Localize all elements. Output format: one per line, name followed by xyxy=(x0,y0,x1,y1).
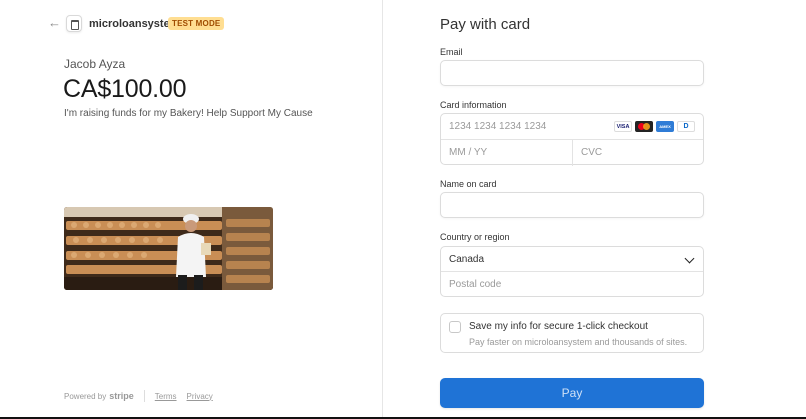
stripe-logo[interactable]: stripe xyxy=(109,391,134,401)
footer: Powered by stripe Terms Privacy xyxy=(64,390,223,402)
email-label: Email xyxy=(440,47,463,57)
cvc-field[interactable]: CVC xyxy=(572,140,703,166)
save-info-subtext: Pay faster on microloansystem and thousa… xyxy=(469,337,688,347)
visa-icon: VISA xyxy=(614,121,632,132)
card-info-group: 1234 1234 1234 1234 VISA AMEX D MM / YY … xyxy=(440,113,704,166)
merchant-name: microloansystem xyxy=(89,18,180,30)
save-info-option[interactable]: Save my info for secure 1-click checkout… xyxy=(440,313,704,353)
country-select[interactable]: Canada xyxy=(441,247,703,272)
save-info-label: Save my info for secure 1-click checkout xyxy=(469,321,648,332)
payee-name: Jacob Ayza xyxy=(64,57,126,71)
test-mode-badge: TEST MODE xyxy=(168,17,225,30)
postal-code-placeholder: Postal code xyxy=(449,279,502,290)
address-group: Canada Postal code xyxy=(440,246,704,297)
form-title: Pay with card xyxy=(440,16,531,33)
amount: CA$100.00 xyxy=(63,75,187,103)
name-on-card-field[interactable] xyxy=(440,192,704,218)
pay-button[interactable]: Pay xyxy=(440,378,704,408)
country-label: Country or region xyxy=(440,232,510,242)
card-expiry-cvc-row: MM / YY CVC xyxy=(441,140,703,166)
expiry-field[interactable]: MM / YY xyxy=(441,140,572,166)
card-number-field[interactable]: 1234 1234 1234 1234 VISA AMEX D xyxy=(441,114,703,140)
mastercard-icon xyxy=(635,121,653,132)
product-description: I'm raising funds for my Bakery! Help Su… xyxy=(64,108,313,119)
country-value: Canada xyxy=(449,254,485,265)
postal-code-field[interactable]: Postal code xyxy=(441,272,703,297)
powered-by-text: Powered by xyxy=(64,391,107,401)
footer-divider xyxy=(143,390,145,402)
cvc-placeholder: CVC xyxy=(581,147,603,158)
amex-icon: AMEX xyxy=(656,121,674,132)
payment-form-panel: Pay with card Email Card information 123… xyxy=(383,0,806,419)
privacy-link[interactable]: Privacy xyxy=(187,392,213,401)
product-image xyxy=(64,207,273,290)
save-info-checkbox[interactable] xyxy=(449,321,461,333)
bakery-photo xyxy=(64,207,273,290)
diners-club-icon: D xyxy=(677,121,695,132)
arrow-left-icon[interactable]: ← xyxy=(48,16,62,30)
card-info-label: Card information xyxy=(440,100,507,110)
card-brand-icons: VISA AMEX D xyxy=(614,121,695,132)
name-on-card-label: Name on card xyxy=(440,179,497,189)
expiry-placeholder: MM / YY xyxy=(449,147,488,158)
store-logo-icon xyxy=(66,15,82,32)
terms-link[interactable]: Terms xyxy=(155,392,177,401)
order-summary-panel: ← microloansystem TEST MODE Jacob Ayza C… xyxy=(0,0,383,419)
email-field[interactable] xyxy=(440,60,704,86)
